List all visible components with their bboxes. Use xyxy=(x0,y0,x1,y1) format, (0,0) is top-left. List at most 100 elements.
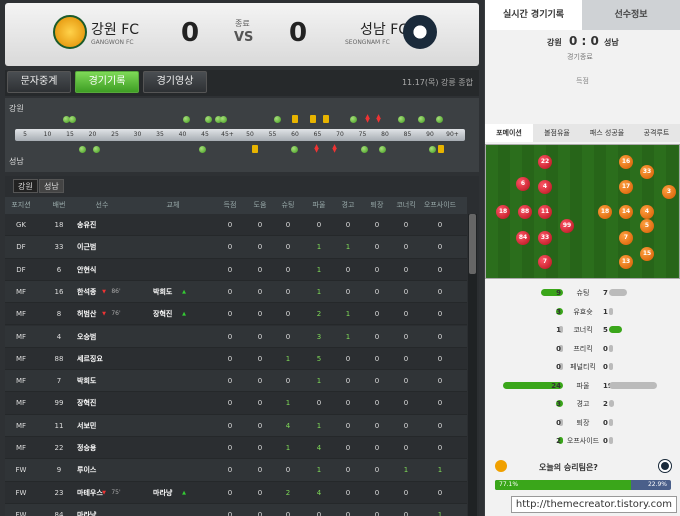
table-scrollbar[interactable] xyxy=(468,214,477,516)
substitution-icon: ▲ ▼ xyxy=(314,143,319,154)
away-player-marker[interactable]: 14 xyxy=(619,205,633,219)
cell-g: 0 xyxy=(227,332,233,341)
table-header-cell: 포지션 xyxy=(11,201,31,209)
cell-f: 1 xyxy=(316,243,322,252)
away-player-marker[interactable]: 4 xyxy=(640,205,654,219)
home-stat-value: 1 xyxy=(556,326,561,334)
table-row[interactable]: MF 8 허범산 76' ▼ 장혁진 ▲ 0 0 0 2 1 0 0 0 xyxy=(5,303,467,326)
home-player-marker[interactable]: 4 xyxy=(538,180,552,194)
vote-home-pct: 77.1% xyxy=(499,481,519,488)
cell-sh: 2 xyxy=(285,488,291,497)
subtab-attack-route[interactable]: 공격루트 xyxy=(633,124,680,142)
subtab-formation[interactable]: 포메이션 xyxy=(485,124,533,142)
home-player-marker[interactable]: 84 xyxy=(516,231,530,245)
table-header-cell: 파울 xyxy=(312,201,326,209)
subtab-possession[interactable]: 볼점유율 xyxy=(533,124,581,142)
timeline-tick: 80 xyxy=(381,131,389,138)
home-player-marker[interactable]: 18 xyxy=(496,205,510,219)
table-row[interactable]: DF 33 이근범 0 0 0 1 1 0 0 0 xyxy=(5,236,467,259)
cell-g: 0 xyxy=(227,354,233,363)
away-player-marker[interactable]: 5 xyxy=(640,219,654,233)
home-player-marker[interactable]: 7 xyxy=(538,255,552,269)
table-row[interactable]: DF 6 안현식 0 0 0 1 0 0 0 0 xyxy=(5,259,467,281)
tab-text-relay[interactable]: 문자중계 xyxy=(7,71,71,93)
away-player-marker[interactable]: 33 xyxy=(640,165,654,179)
away-player-marker[interactable]: 15 xyxy=(640,247,654,261)
cell-f: 4 xyxy=(316,444,322,452)
cell-name[interactable]: 안현식 xyxy=(77,259,127,281)
tab-match-record[interactable]: 경기기록 xyxy=(75,71,139,93)
cell-sh: 0 xyxy=(285,287,291,296)
cell-a: 0 xyxy=(257,243,263,252)
subtab-home[interactable]: 강원 xyxy=(13,179,38,193)
timeline-tick: 65 xyxy=(313,131,322,138)
cell-off: 0 xyxy=(437,354,443,363)
away-player-marker[interactable]: 16 xyxy=(619,155,633,169)
timeline-tick: 15 xyxy=(66,131,74,138)
cell-name[interactable]: 정승용 xyxy=(77,437,127,459)
cell-name[interactable]: 오승범 xyxy=(77,326,127,348)
cell-name[interactable]: 송유진 xyxy=(77,214,127,236)
cell-ck: 0 xyxy=(403,310,409,319)
cell-ck: 0 xyxy=(403,243,409,252)
tab-match-video[interactable]: 경기영상 xyxy=(143,71,207,93)
away-team-name: 성남 FC xyxy=(360,22,409,38)
away-player-marker[interactable]: 3 xyxy=(662,185,676,199)
timeline-bar: 5 10 15 20 25 30 35 40 45 45+ 50 55 60 65 70 75 80 85 90 90… xyxy=(15,129,465,141)
table-row[interactable]: MF 99 장혁진 0 0 1 0 0 0 0 0 xyxy=(5,392,467,415)
cell-rc: 0 xyxy=(374,444,380,452)
away-player-marker[interactable]: 13 xyxy=(619,255,633,269)
cell-yc: 0 xyxy=(345,354,351,363)
cell-ck: 0 xyxy=(403,444,409,452)
cell-name[interactable]: 박희도 xyxy=(77,370,127,392)
table-row[interactable]: MF 4 오승범 0 0 0 3 1 0 0 0 xyxy=(5,325,467,348)
table-row[interactable]: FW 9 루이스 0 0 0 1 0 0 1 1 xyxy=(5,459,467,482)
away-player-marker[interactable]: 18 xyxy=(598,205,612,219)
cell-name[interactable]: 장혁진 xyxy=(77,392,127,414)
cell-name[interactable]: 루이스 xyxy=(77,459,127,481)
away-player-marker[interactable]: 17 xyxy=(619,180,633,194)
cell-off: 0 xyxy=(437,444,443,452)
cell-sub[interactable]: 박희도 xyxy=(153,281,193,303)
cell-pos: FW xyxy=(15,510,27,516)
cell-name[interactable]: 마라냥 xyxy=(77,504,127,516)
cell-ck: 0 xyxy=(403,421,409,430)
shot-icon xyxy=(291,146,298,153)
table-header-cell: 퇴장 xyxy=(370,201,384,209)
subtab-away[interactable]: 성남 xyxy=(39,179,64,193)
timeline-tick: 30 xyxy=(133,131,142,138)
table-row[interactable]: MF 16 한석종 86' ▼ 박희도 ▲ 0 0 0 1 0 0 0 0 xyxy=(5,280,467,304)
tab-live-record[interactable]: 실시간 경기기록 xyxy=(485,0,582,30)
home-player-marker[interactable]: 88 xyxy=(518,205,532,219)
cell-sub[interactable]: 마라냥 xyxy=(153,482,193,504)
away-player-marker[interactable]: 7 xyxy=(619,231,633,245)
cell-yc: 0 xyxy=(345,421,351,430)
cell-name[interactable]: 세르징요 xyxy=(77,348,127,370)
table-row[interactable]: MF 11 서보민 0 0 4 1 0 0 0 0 xyxy=(5,414,467,437)
table-row[interactable]: MF 22 정승용 0 0 1 4 0 0 0 0 xyxy=(5,437,467,460)
home-stat-value: 2 xyxy=(556,437,561,445)
table-row[interactable]: MF 7 박희도 0 0 0 1 0 0 0 0 xyxy=(5,370,467,393)
vote-bar[interactable]: 77.1% 22.9% xyxy=(495,480,671,490)
tab-player-info[interactable]: 선수정보 xyxy=(582,0,680,30)
subtab-pass-rate[interactable]: 패스 성공율 xyxy=(581,124,633,142)
home-player-marker[interactable]: 6 xyxy=(516,177,530,191)
cell-sub[interactable]: 장혁진 xyxy=(153,303,193,325)
cell-f: 0 xyxy=(316,399,322,408)
table-row[interactable]: MF 88 세르징요 0 0 1 5 0 0 0 0 xyxy=(5,348,467,371)
table-row[interactable]: GK 18 송유진 0 0 0 0 0 0 0 0 xyxy=(5,214,467,237)
cell-ck: 0 xyxy=(403,221,409,229)
table-row[interactable]: FW 84 마라냥 0 0 0 0 0 0 0 1 xyxy=(5,503,467,516)
home-player-marker[interactable]: 22 xyxy=(538,155,552,169)
away-score: 0 xyxy=(289,18,308,48)
yellow-card-icon xyxy=(310,115,316,123)
home-player-marker[interactable]: 33 xyxy=(538,231,552,245)
home-player-marker[interactable]: 99 xyxy=(560,219,574,233)
cell-name[interactable]: 서보민 xyxy=(77,415,127,437)
scrollbar-thumb[interactable] xyxy=(469,214,476,274)
cell-yc: 1 xyxy=(345,332,351,341)
table-row[interactable]: FW 23 마테우스 75' ▼ 마라냥 ▲ 0 0 2 4 0 0 0 0 xyxy=(5,482,467,504)
cell-sh: 0 xyxy=(285,243,291,252)
home-player-marker[interactable]: 11 xyxy=(538,205,552,219)
cell-name[interactable]: 이근범 xyxy=(77,236,127,258)
